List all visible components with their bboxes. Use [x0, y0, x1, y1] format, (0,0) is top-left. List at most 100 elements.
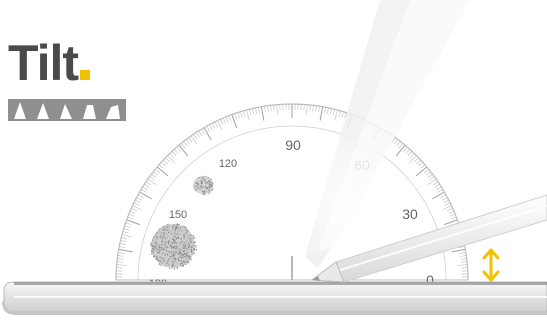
- shading-speckle: [171, 229, 173, 232]
- shading-speckle: [188, 244, 190, 246]
- shading-speckle: [196, 185, 198, 187]
- protractor-tick: [306, 104, 308, 115]
- protractor-tick: [151, 173, 157, 178]
- protractor-tick: [451, 248, 466, 253]
- protractor-tick: [149, 176, 155, 181]
- shading-speckle: [163, 253, 165, 255]
- shading-speckle: [154, 246, 156, 248]
- shading-speckle: [209, 180, 211, 183]
- protractor-tick: [217, 120, 223, 130]
- protractor-tick: [437, 189, 444, 193]
- shading-speckle: [165, 237, 167, 240]
- shading-speckle: [201, 177, 203, 179]
- protractor-tick: [448, 210, 455, 214]
- shading-speckle: [186, 228, 188, 230]
- shading-speckle: [175, 246, 177, 248]
- shading-speckle: [159, 256, 161, 259]
- shading-speckle: [176, 247, 178, 249]
- shading-speckle: [161, 232, 163, 234]
- shading-speckle: [201, 193, 204, 195]
- protractor-tick: [140, 189, 147, 193]
- protractor-tick: [460, 258, 467, 260]
- shading-speckle: [178, 247, 180, 249]
- shading-speckle: [174, 265, 176, 267]
- protractor-tick: [441, 197, 448, 201]
- shading-speckle: [152, 248, 155, 250]
- shading-speckle: [175, 247, 177, 250]
- shading-speckle: [172, 246, 175, 249]
- protractor-tick: [142, 186, 148, 191]
- shading-speckle: [170, 260, 173, 262]
- shading-speckle: [183, 242, 185, 244]
- shading-speckle: [173, 238, 175, 241]
- protractor-tick: [173, 148, 179, 154]
- shading-speckle: [179, 249, 182, 251]
- shading-speckle: [195, 246, 197, 248]
- shading-speckle: [191, 251, 193, 253]
- shading-speckle: [177, 258, 179, 260]
- shading-speckle: [157, 252, 159, 254]
- protractor-tick: [220, 119, 224, 125]
- shading-speckle: [200, 182, 203, 185]
- shading-speckle: [168, 240, 170, 242]
- protractor-tick: [252, 108, 255, 115]
- protractor-tick: [436, 186, 442, 191]
- shading-speckle: [166, 262, 168, 265]
- shading-speckle: [193, 252, 195, 255]
- protractor-tick: [163, 159, 168, 165]
- shading-speckle: [163, 257, 166, 259]
- protractor-tick: [405, 148, 411, 154]
- shading-speckle: [185, 239, 188, 242]
- shading-speckle: [167, 260, 169, 262]
- shading-speckle: [158, 230, 160, 233]
- protractor-tick: [255, 107, 258, 114]
- shading-speckle: [185, 263, 187, 265]
- shading-speckle: [176, 244, 179, 246]
- protractor-tick: [243, 110, 246, 117]
- shading-speckle: [175, 227, 177, 229]
- shading-speckle: [171, 247, 173, 249]
- shading-speckle: [164, 244, 166, 246]
- shading-speckle: [181, 257, 183, 259]
- shading-speckle: [192, 235, 194, 237]
- shading-speckle: [150, 244, 152, 246]
- shading-speckle: [162, 252, 164, 254]
- protractor-tick: [188, 137, 193, 143]
- shading-speckle: [199, 187, 201, 190]
- protractor-tick: [442, 205, 452, 211]
- protractor-tick: [443, 199, 449, 204]
- shading-speckle: [155, 246, 157, 248]
- protractor-tick: [414, 157, 419, 163]
- protractor-tick: [154, 168, 161, 174]
- shading-speckle: [160, 263, 162, 265]
- shading-speckle: [176, 232, 178, 235]
- shading-speckle: [170, 251, 173, 253]
- protractor-label-30: 30: [402, 206, 418, 222]
- shading-speckle: [158, 263, 160, 265]
- shading-speckle: [191, 238, 193, 240]
- protractor-tick: [171, 151, 177, 156]
- protractor-tick: [276, 104, 278, 115]
- shading-speckle: [171, 255, 174, 258]
- shading-speckle: [208, 186, 211, 189]
- protractor-tick: [195, 132, 200, 138]
- shading-speckle: [167, 223, 169, 226]
- shading-speckle: [181, 244, 184, 246]
- shading-speckle: [200, 186, 202, 188]
- shading-speckle: [163, 233, 165, 235]
- protractor-tick: [260, 106, 265, 121]
- shading-speckle: [151, 253, 153, 255]
- shading-speckle: [189, 240, 192, 242]
- shading-speckle: [155, 243, 157, 245]
- shading-speckle: [168, 256, 171, 258]
- shading-speckle: [176, 230, 179, 232]
- protractor-tick: [449, 213, 456, 217]
- shading-speckle: [210, 178, 212, 180]
- shading-speckle: [184, 228, 186, 231]
- protractor-tick: [427, 173, 433, 178]
- shading-speckle: [158, 246, 160, 249]
- protractor-tick: [415, 166, 428, 177]
- shading-speckle: [159, 261, 161, 263]
- protractor-tick: [158, 164, 164, 169]
- shading-speckle: [182, 265, 184, 267]
